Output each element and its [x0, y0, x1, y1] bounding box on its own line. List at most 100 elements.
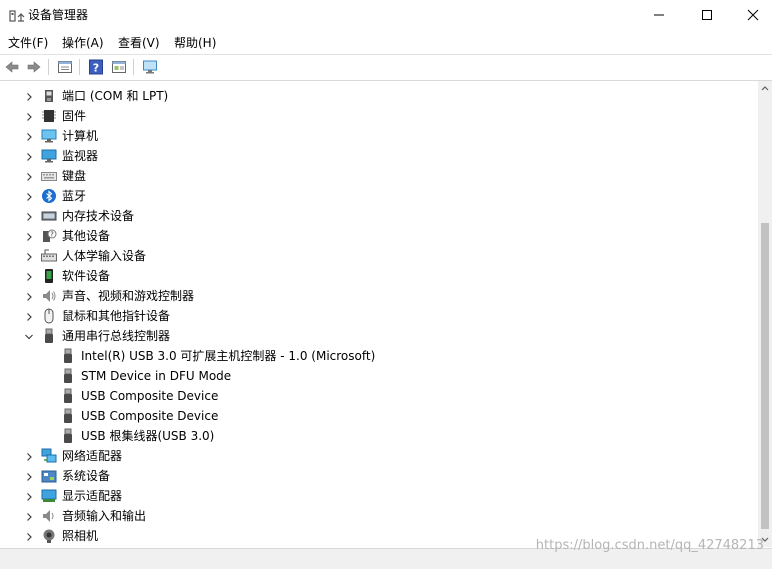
- help-icon: ?: [89, 59, 103, 75]
- details-view-icon: [112, 61, 126, 73]
- tree-device[interactable]: USB 根集线器(USB 3.0): [0, 426, 758, 446]
- usb-icon: [64, 388, 72, 403]
- expand-toggle[interactable]: [24, 511, 34, 521]
- expand-toggle[interactable]: [24, 271, 34, 281]
- chevron-right-icon[interactable]: [24, 492, 34, 502]
- maximize-icon: [702, 10, 712, 20]
- expand-toggle[interactable]: [24, 171, 34, 181]
- chevron-right-icon[interactable]: [24, 152, 34, 162]
- tree-device[interactable]: USB Composite Device: [0, 386, 758, 406]
- tree-item-label: 音频输入和输出: [62, 509, 147, 523]
- chevron-right-icon[interactable]: [24, 452, 34, 462]
- help-button[interactable]: ?: [86, 57, 106, 77]
- close-icon: [747, 9, 759, 21]
- expand-toggle[interactable]: [24, 311, 34, 321]
- tree-category[interactable]: 人体学输入设备: [0, 246, 758, 266]
- tree-category[interactable]: ? 其他设备: [0, 226, 758, 246]
- tree-category[interactable]: 软件设备: [0, 266, 758, 286]
- tree-item-label: 网络适配器: [62, 449, 123, 463]
- tree-category[interactable]: 系统设备: [0, 466, 758, 486]
- menu-help[interactable]: 帮助(H): [174, 35, 216, 51]
- chevron-right-icon[interactable]: [24, 172, 34, 182]
- maximize-button[interactable]: [684, 0, 730, 30]
- expand-toggle[interactable]: [24, 451, 34, 461]
- expand-toggle[interactable]: [24, 251, 34, 261]
- expand-toggle[interactable]: [24, 211, 34, 221]
- chevron-right-icon[interactable]: [24, 272, 34, 282]
- expand-toggle[interactable]: [24, 191, 34, 201]
- computer-icon: [41, 129, 57, 143]
- chevron-right-icon[interactable]: [24, 192, 34, 202]
- hid-icon: [41, 249, 57, 262]
- chevron-right-icon[interactable]: [24, 292, 34, 302]
- chevron-right-icon[interactable]: [24, 252, 34, 262]
- tree-item-label: 监视器: [62, 149, 99, 163]
- close-button[interactable]: [730, 0, 772, 30]
- expand-toggle[interactable]: [24, 331, 34, 341]
- tree-category[interactable]: 网络适配器: [0, 446, 758, 466]
- expand-toggle[interactable]: [24, 471, 34, 481]
- usb-icon: [64, 348, 72, 363]
- menu-action[interactable]: 操作(A): [62, 35, 104, 51]
- expand-toggle[interactable]: [24, 151, 34, 161]
- chevron-right-icon[interactable]: [24, 512, 34, 522]
- expand-toggle[interactable]: [24, 131, 34, 141]
- chevron-right-icon[interactable]: [24, 472, 34, 482]
- tree-item-label: 固件: [62, 109, 87, 123]
- tree-category[interactable]: 声音、视频和游戏控制器: [0, 286, 758, 306]
- chevron-right-icon[interactable]: [24, 132, 34, 142]
- expand-toggle[interactable]: [24, 111, 34, 121]
- menu-bar: 文件(F) 操作(A) 查看(V) 帮助(H): [0, 33, 772, 53]
- chevron-right-icon[interactable]: [24, 232, 34, 242]
- minimize-button[interactable]: [636, 0, 682, 30]
- properties-button[interactable]: [55, 57, 75, 77]
- chevron-right-icon[interactable]: [24, 212, 34, 222]
- tree-category[interactable]: 鼠标和其他指针设备: [0, 306, 758, 326]
- memory-icon: [41, 211, 57, 221]
- chevron-right-icon[interactable]: [24, 112, 34, 122]
- keyboard-icon: [41, 172, 57, 181]
- minimize-icon: [654, 14, 664, 16]
- audio-icon: [43, 510, 54, 522]
- expand-toggle[interactable]: [24, 231, 34, 241]
- scroll-up-button[interactable]: [758, 81, 772, 95]
- tree-device[interactable]: Intel(R) USB 3.0 可扩展主机控制器 - 1.0 (Microso…: [0, 346, 758, 366]
- scan-hardware-button[interactable]: [140, 57, 160, 77]
- tree-category[interactable]: 监视器: [0, 146, 758, 166]
- tree-category[interactable]: 内存技术设备: [0, 206, 758, 226]
- tree-category[interactable]: 计算机: [0, 126, 758, 146]
- tree-category[interactable]: 音频输入和输出: [0, 506, 758, 526]
- chevron-right-icon[interactable]: [24, 92, 34, 102]
- tree-item-label: 声音、视频和游戏控制器: [62, 289, 195, 303]
- expand-toggle[interactable]: [24, 491, 34, 501]
- tree-category[interactable]: 蓝牙: [0, 186, 758, 206]
- tree-item-label: 计算机: [62, 129, 99, 143]
- chevron-right-icon[interactable]: [24, 312, 34, 322]
- tree-category[interactable]: 键盘: [0, 166, 758, 186]
- vertical-scrollbar[interactable]: [758, 81, 772, 547]
- scroll-thumb[interactable]: [761, 223, 769, 529]
- tree-device[interactable]: USB Composite Device: [0, 406, 758, 426]
- tree-category[interactable]: 通用串行总线控制器: [0, 326, 758, 346]
- menu-file[interactable]: 文件(F): [8, 35, 48, 51]
- chevron-right-icon[interactable]: [24, 532, 34, 542]
- menu-view[interactable]: 查看(V): [118, 35, 160, 51]
- tree-item-label: 蓝牙: [62, 189, 87, 203]
- firmware-icon: [42, 110, 56, 122]
- usb-icon: [64, 368, 72, 383]
- forward-button[interactable]: [24, 57, 44, 77]
- expand-toggle[interactable]: [24, 91, 34, 101]
- details-view-button[interactable]: [109, 57, 129, 77]
- forward-icon: [27, 61, 41, 73]
- expand-toggle[interactable]: [24, 531, 34, 541]
- back-button[interactable]: [2, 57, 22, 77]
- chevron-down-icon[interactable]: [24, 332, 34, 342]
- tree-device[interactable]: STM Device in DFU Mode: [0, 366, 758, 386]
- tree-item-label: 键盘: [62, 169, 87, 183]
- tree-category[interactable]: 端口 (COM 和 LPT): [0, 86, 758, 106]
- chevron-up-icon: [761, 86, 769, 91]
- expand-toggle[interactable]: [24, 291, 34, 301]
- tree-category[interactable]: 显示适配器: [0, 486, 758, 506]
- watermark: https://blog.csdn.net/qq_42748213: [535, 538, 764, 553]
- tree-category[interactable]: 固件: [0, 106, 758, 126]
